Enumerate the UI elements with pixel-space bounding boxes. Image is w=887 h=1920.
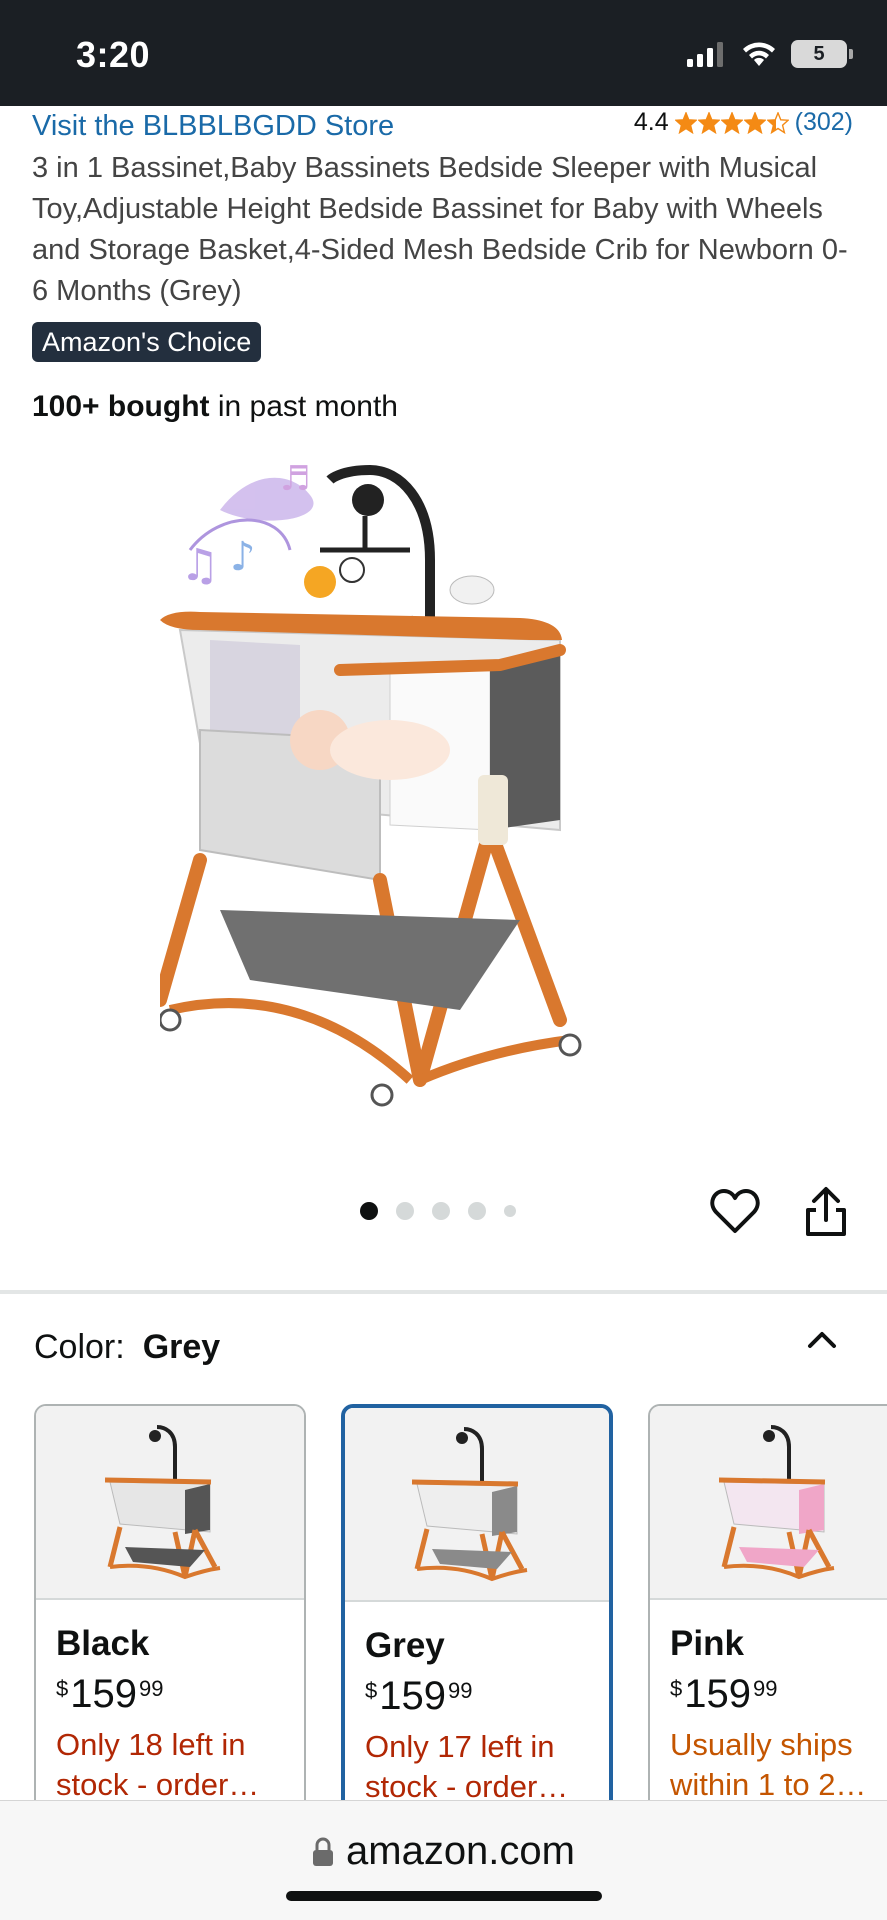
swatch-stock: Only 17 left in stock - order… bbox=[365, 1729, 569, 1800]
price-currency: $ bbox=[670, 1676, 683, 1701]
color-swatch-pink[interactable]: Pink $159 99 Usually ships within 1 to 2… bbox=[648, 1404, 887, 1800]
star-icon bbox=[720, 111, 743, 134]
price-currency: $ bbox=[365, 1678, 378, 1703]
carousel-dot[interactable] bbox=[432, 1202, 450, 1220]
carousel-dot[interactable] bbox=[360, 1202, 378, 1220]
address-bar[interactable]: amazon.com bbox=[0, 1829, 887, 1874]
star-icon bbox=[743, 111, 766, 134]
svg-text:♫: ♫ bbox=[180, 540, 219, 591]
swatch-thumbnail bbox=[650, 1406, 887, 1600]
carousel-dot[interactable] bbox=[504, 1205, 516, 1217]
price-dollars: 159 bbox=[379, 1674, 446, 1718]
product-title: 3 in 1 Bassinet,Baby Bassinets Bedside S… bbox=[32, 152, 848, 307]
swatch-stock: Only 18 left in stock - order… bbox=[56, 1727, 260, 1800]
color-swatch-list: Black $159 99 Only 18 left in stock - ord… bbox=[34, 1404, 887, 1800]
star-icon bbox=[674, 111, 697, 134]
status-icons: 5 bbox=[687, 40, 853, 68]
color-swatch-black[interactable]: Black $159 99 Only 18 left in stock - ord… bbox=[34, 1404, 306, 1800]
price-dollars: 159 bbox=[684, 1672, 751, 1716]
swatch-price: $159 99 bbox=[365, 1674, 589, 1719]
swatch-name: Black bbox=[56, 1624, 150, 1663]
swatch-bassinet-image bbox=[719, 1425, 835, 1580]
swatch-thumbnail bbox=[345, 1408, 609, 1602]
home-indicator bbox=[286, 1891, 602, 1901]
color-label: Color: bbox=[34, 1328, 125, 1366]
swatch-stock: Usually ships within 1 to 2… bbox=[670, 1727, 867, 1800]
rating[interactable]: 4.4 (302) bbox=[634, 108, 853, 137]
swatch-name: Pink bbox=[670, 1624, 744, 1663]
carousel-dot[interactable] bbox=[468, 1202, 486, 1220]
wifi-icon bbox=[743, 42, 775, 66]
music-notes-graphic: ♫ ♪ ♬ bbox=[180, 459, 314, 591]
product-image[interactable]: ♫ ♪ ♬ bbox=[160, 440, 720, 1120]
color-selector-header[interactable]: Color: Grey bbox=[34, 1328, 220, 1367]
star-icon bbox=[766, 111, 789, 134]
swatch-thumbnail bbox=[36, 1406, 304, 1600]
heart-icon[interactable] bbox=[710, 1188, 760, 1236]
bought-count-bold: 100+ bought bbox=[32, 390, 210, 423]
chevron-up-icon[interactable] bbox=[802, 1322, 842, 1356]
url-text: amazon.com bbox=[346, 1829, 575, 1873]
swatch-bassinet-image bbox=[105, 1425, 221, 1580]
rating-value: 4.4 bbox=[633, 108, 669, 136]
color-swatch-grey[interactable]: Grey $159 99 Only 17 left in stock - orde… bbox=[341, 1404, 613, 1800]
image-carousel-dots bbox=[360, 1202, 516, 1220]
bought-count-rest: in past month bbox=[209, 390, 398, 423]
rating-count-link[interactable]: (302) bbox=[795, 108, 853, 137]
swatch-name: Grey bbox=[365, 1626, 445, 1665]
star-rating bbox=[674, 111, 789, 134]
section-divider bbox=[0, 1290, 887, 1294]
status-time: 3:20 bbox=[76, 34, 151, 75]
amazons-choice-badge[interactable]: Amazon's Choice bbox=[32, 322, 262, 362]
swatch-price: $159 99 bbox=[56, 1672, 284, 1717]
color-value: Grey bbox=[142, 1328, 221, 1366]
price-cents: 99 bbox=[139, 1676, 164, 1701]
star-icon bbox=[697, 111, 720, 134]
lock-icon bbox=[313, 1837, 333, 1866]
swatch-price: $159 99 bbox=[670, 1672, 887, 1717]
price-cents: 99 bbox=[753, 1676, 778, 1701]
share-icon[interactable] bbox=[802, 1186, 850, 1238]
svg-text:♬: ♬ bbox=[280, 459, 310, 499]
bought-count: 100+ bought in past month bbox=[32, 390, 398, 424]
browser-bottom-bar: amazon.com bbox=[0, 1800, 887, 1920]
carousel-dot[interactable] bbox=[396, 1202, 414, 1220]
status-bar: 3:20 5 bbox=[0, 0, 887, 106]
signal-icon bbox=[687, 42, 723, 67]
store-link[interactable]: Visit the BLBBLBGDD Store bbox=[32, 110, 394, 143]
price-currency: $ bbox=[56, 1676, 69, 1701]
battery-icon: 5 bbox=[791, 40, 853, 68]
price-cents: 99 bbox=[448, 1678, 473, 1703]
svg-text:♪: ♪ bbox=[230, 534, 256, 580]
price-dollars: 159 bbox=[70, 1672, 137, 1716]
swatch-bassinet-image bbox=[412, 1427, 528, 1582]
